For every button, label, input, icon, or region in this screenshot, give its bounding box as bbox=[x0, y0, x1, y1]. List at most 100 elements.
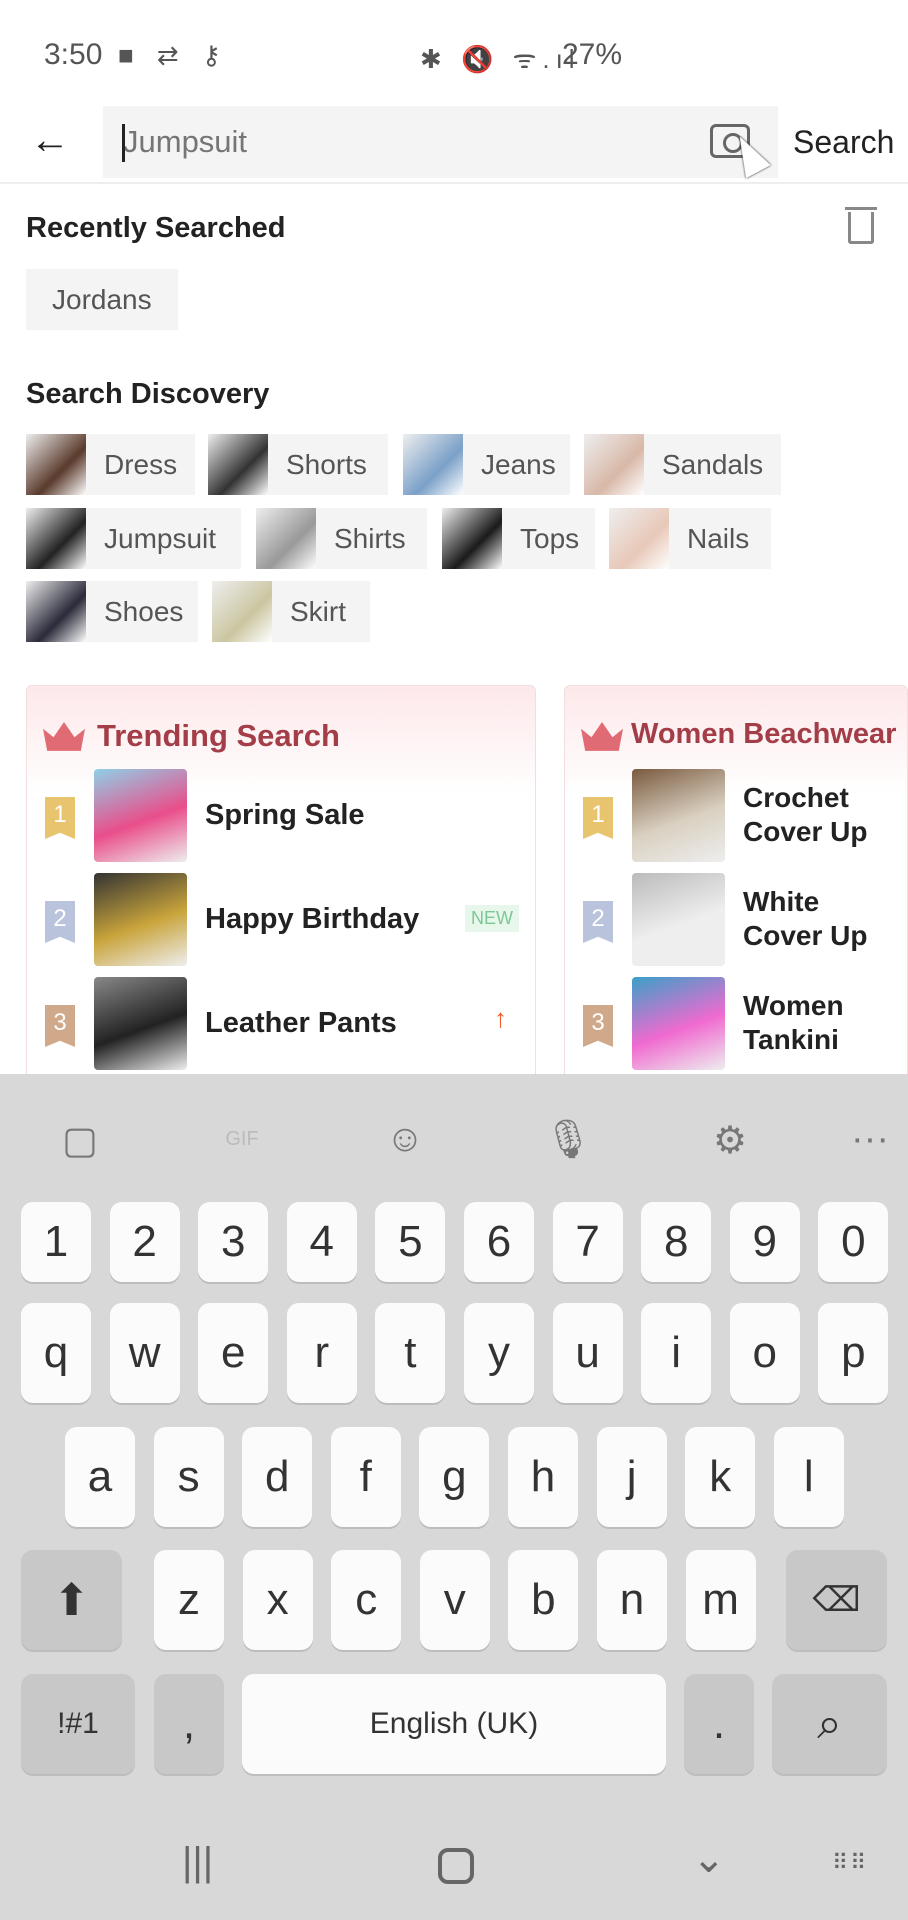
key-u[interactable]: u bbox=[552, 1303, 623, 1403]
item-name: Women Tankini bbox=[743, 990, 844, 1055]
key-y[interactable]: y bbox=[464, 1303, 534, 1403]
rank-badge: 1 bbox=[45, 797, 75, 839]
ranking-row[interactable]: 2 Happy Birthday NEW bbox=[27, 873, 535, 966]
key-i[interactable]: i bbox=[641, 1303, 712, 1403]
ranking-row[interactable]: 2 White Cover Up bbox=[565, 873, 907, 966]
space-key[interactable]: English (UK) bbox=[242, 1674, 666, 1774]
item-thumbnail bbox=[632, 977, 725, 1070]
item-thumbnail bbox=[632, 769, 725, 862]
key-8[interactable]: 8 bbox=[641, 1202, 712, 1282]
key-j[interactable]: j bbox=[596, 1427, 667, 1527]
ranking-row[interactable]: 3 Women Tankini bbox=[565, 977, 907, 1070]
key-2[interactable]: 2 bbox=[109, 1202, 180, 1282]
back-arrow-icon[interactable]: ← bbox=[30, 118, 70, 163]
chip-thumbnail bbox=[403, 434, 463, 495]
recent-chip[interactable]: Jordans bbox=[26, 269, 178, 330]
key-r[interactable]: r bbox=[286, 1303, 357, 1403]
backspace-key[interactable]: ⌫ bbox=[786, 1550, 887, 1650]
key-z[interactable]: z bbox=[154, 1550, 224, 1650]
item-name: White Cover Up bbox=[743, 886, 868, 951]
item-name: Spring Sale bbox=[205, 799, 365, 831]
key-a[interactable]: a bbox=[65, 1427, 135, 1527]
sticker-icon[interactable]: ▢ bbox=[50, 1118, 110, 1163]
top-crown-icon bbox=[43, 722, 85, 751]
discovery-chip[interactable]: Skirt bbox=[212, 581, 370, 642]
recent-apps-button[interactable]: ||| bbox=[182, 1840, 213, 1885]
discovery-chip[interactable]: Shirts bbox=[256, 508, 427, 569]
key-h[interactable]: h bbox=[508, 1427, 578, 1527]
key-x[interactable]: x bbox=[242, 1550, 313, 1650]
ranking-row[interactable]: 1 Spring Sale bbox=[27, 769, 535, 862]
key-w[interactable]: w bbox=[109, 1303, 180, 1403]
discovery-chip[interactable]: Shorts bbox=[208, 434, 388, 495]
mic-icon[interactable]: 🎙 bbox=[538, 1118, 598, 1162]
key-m[interactable]: m bbox=[685, 1550, 756, 1650]
card-title: Women Beachwear bbox=[631, 718, 897, 750]
key-6[interactable]: 6 bbox=[464, 1202, 534, 1282]
key-l[interactable]: l bbox=[773, 1427, 844, 1527]
chip-label: Jeans bbox=[481, 448, 556, 480]
chip-label: Shoes bbox=[104, 595, 184, 627]
key-4[interactable]: 4 bbox=[286, 1202, 357, 1282]
item-thumbnail bbox=[94, 769, 187, 862]
ranking-row[interactable]: 3 Leather Pants ↑ bbox=[27, 977, 535, 1070]
system-icons: ✱ 🔇 ᯤ.ıl bbox=[420, 44, 581, 74]
ranking-card[interactable]: Trending Search 1 Spring Sale 2 Happy Birthd… bbox=[26, 685, 536, 1085]
search-field[interactable] bbox=[103, 106, 778, 178]
settings-icon[interactable]: ⚙ bbox=[700, 1118, 760, 1163]
ranking-card[interactable]: Women Beachwear 1 Crochet Cover Up 2 White C… bbox=[564, 685, 908, 1085]
chip-thumbnail bbox=[208, 434, 268, 495]
discovery-chip[interactable]: Jeans bbox=[403, 434, 570, 495]
card-title: Trending Search bbox=[97, 718, 340, 753]
more-icon[interactable]: ··· bbox=[840, 1118, 900, 1161]
key-1[interactable]: 1 bbox=[21, 1202, 91, 1282]
key-s[interactable]: s bbox=[153, 1427, 224, 1527]
search-button[interactable]: Search bbox=[793, 124, 894, 161]
key-7[interactable]: 7 bbox=[552, 1202, 623, 1282]
chip-label: Shorts bbox=[286, 448, 367, 480]
comma-key[interactable]: , bbox=[154, 1674, 224, 1774]
chip-label: Skirt bbox=[290, 595, 346, 627]
keyboard-switch-icon[interactable]: ⠿⠿ bbox=[832, 1850, 868, 1876]
gif-icon[interactable]: GIF bbox=[212, 1128, 272, 1151]
home-button[interactable] bbox=[438, 1848, 474, 1884]
period-key[interactable]: . bbox=[684, 1674, 754, 1774]
key-o[interactable]: o bbox=[729, 1303, 800, 1403]
key-c[interactable]: c bbox=[331, 1550, 402, 1650]
key-v[interactable]: v bbox=[419, 1550, 490, 1650]
discovery-chip[interactable]: Shoes bbox=[26, 581, 198, 642]
key-p[interactable]: p bbox=[818, 1303, 889, 1403]
hide-keyboard-button[interactable]: ⌄ bbox=[692, 1836, 726, 1882]
search-input[interactable] bbox=[123, 106, 683, 178]
key-5[interactable]: 5 bbox=[375, 1202, 446, 1282]
notification-icons: ■ ⇄ ⚷ bbox=[118, 40, 229, 70]
key-d[interactable]: d bbox=[242, 1427, 313, 1527]
key-f[interactable]: f bbox=[330, 1427, 401, 1527]
key-n[interactable]: n bbox=[597, 1550, 667, 1650]
discovery-chip[interactable]: Tops bbox=[442, 508, 595, 569]
discovery-chip[interactable]: Jumpsuit bbox=[26, 508, 241, 569]
key-q[interactable]: q bbox=[21, 1303, 91, 1403]
item-name: Happy Birthday bbox=[205, 903, 420, 935]
key-g[interactable]: g bbox=[419, 1427, 490, 1527]
key-b[interactable]: b bbox=[508, 1550, 579, 1650]
discovery-chip[interactable]: Sandals bbox=[584, 434, 781, 495]
emoji-icon[interactable]: ☺ bbox=[375, 1118, 435, 1161]
ranking-row[interactable]: 1 Crochet Cover Up bbox=[565, 769, 907, 862]
discovery-chip[interactable]: Dress bbox=[26, 434, 195, 495]
key-9[interactable]: 9 bbox=[729, 1202, 800, 1282]
symbols-key[interactable]: !#1 bbox=[21, 1674, 135, 1774]
key-t[interactable]: t bbox=[375, 1303, 446, 1403]
item-thumbnail bbox=[94, 873, 187, 966]
key-3[interactable]: 3 bbox=[198, 1202, 269, 1282]
search-discovery-title: Search Discovery bbox=[26, 378, 270, 410]
discovery-chip[interactable]: Nails bbox=[609, 508, 771, 569]
key-0[interactable]: 0 bbox=[818, 1202, 889, 1282]
rank-badge: 3 bbox=[583, 1005, 613, 1047]
key-e[interactable]: e bbox=[198, 1303, 269, 1403]
key-k[interactable]: k bbox=[685, 1427, 756, 1527]
search-key[interactable]: ⌕ bbox=[772, 1674, 887, 1774]
chip-label: Nails bbox=[687, 522, 750, 554]
shift-key[interactable]: ⬆ bbox=[21, 1550, 122, 1650]
trash-icon[interactable] bbox=[845, 207, 877, 244]
